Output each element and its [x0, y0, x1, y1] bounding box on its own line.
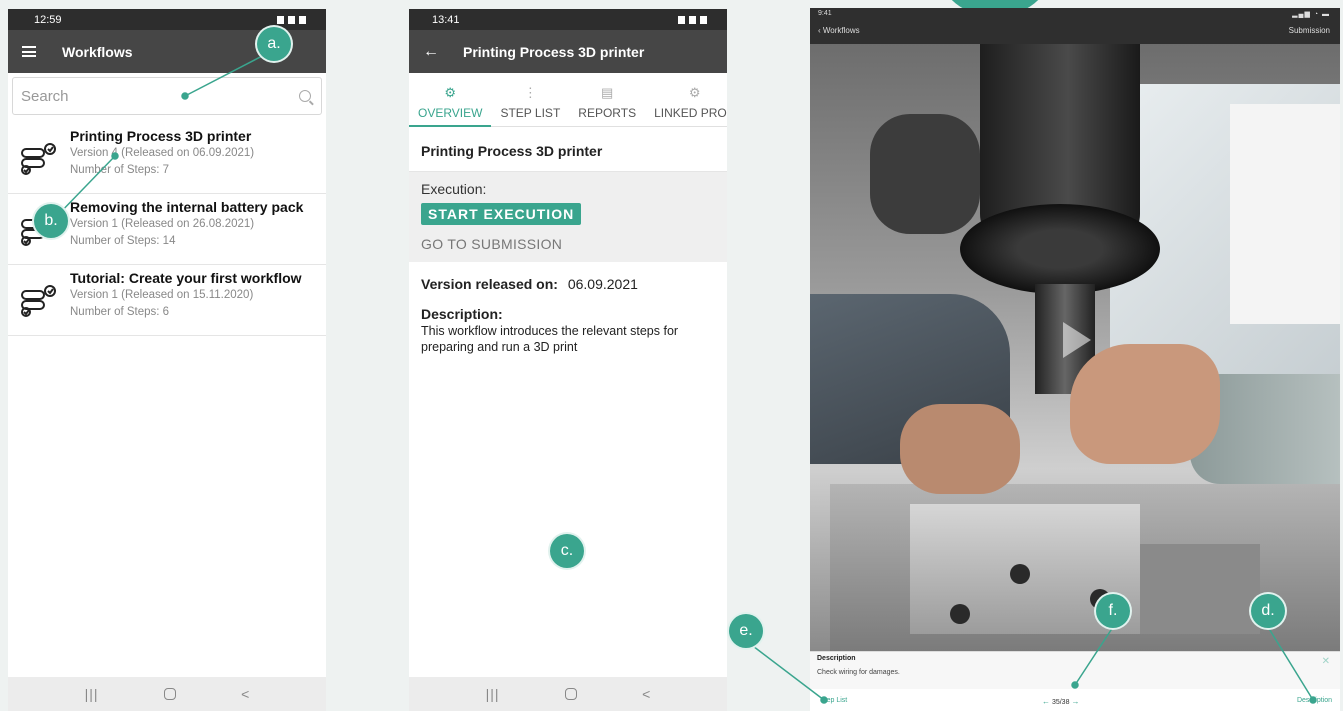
clipboard-icon: ▤ [601, 85, 614, 100]
status-time: 13:41 [432, 13, 460, 26]
description-panel: Description Check wiring for damages. ✕ [810, 651, 1340, 689]
tablet-bottom-bar: Step List ← 35/38 → Description [810, 689, 1340, 711]
tab-label: LINKED PROD [654, 106, 727, 120]
system-icons [277, 15, 306, 24]
bolt-hole [950, 604, 970, 624]
step-pager: ← 35/38 → [1042, 697, 1079, 706]
back-icon[interactable]: < [241, 686, 249, 702]
overview-icon: ⚙ [444, 85, 457, 100]
workflow-version: Version 1 (Released on 26.08.2021) [70, 218, 255, 230]
list-item[interactable]: Tutorial: Create your first workflow Ver… [8, 265, 326, 336]
linked-products-icon: ⚙ [688, 85, 701, 100]
page-title: Printing Process 3D printer [463, 43, 645, 60]
menu-icon[interactable] [22, 46, 36, 57]
system-icons [678, 15, 707, 24]
annotation-marker-e: e. [727, 612, 765, 650]
spindle-collar [960, 204, 1160, 294]
step-counter: 35/38 [1051, 699, 1070, 706]
description-panel-label: Description [817, 655, 856, 662]
tab-label: OVERVIEW [418, 106, 483, 120]
tab-label: REPORTS [578, 106, 637, 120]
step-video[interactable] [810, 44, 1340, 651]
worker-hand [900, 404, 1020, 494]
system-icons: ▂▄▆ ◔ ▬ [1292, 11, 1330, 18]
worker-hand [1070, 344, 1220, 464]
home-icon[interactable] [564, 688, 577, 700]
tab-reports[interactable]: ▤ REPORTS [569, 73, 645, 126]
tab-bar: ⚙ OVERVIEW ⋮ STEP LIST ▤ REPORTS ⚙ LINKE… [409, 73, 727, 127]
recent-apps-icon[interactable]: ||| [85, 686, 99, 702]
workflow-icon [21, 285, 56, 317]
execution-section: Execution: START EXECUTION GO TO SUBMISS… [409, 172, 727, 262]
workflow-steps: Number of Steps: 14 [70, 235, 176, 247]
go-to-submission-link[interactable]: GO TO SUBMISSION [421, 236, 715, 252]
workflow-heading: Printing Process 3D printer [409, 127, 727, 172]
release-label: Version released on: [421, 276, 558, 292]
back-arrow-icon[interactable]: ← [423, 43, 439, 61]
tab-label: STEP LIST [500, 106, 561, 120]
status-time: 9:41 [818, 10, 832, 17]
tablet-top-bar: 9:41 ▂▄▆ ◔ ▬ ‹ Workflows Submission [810, 8, 1340, 44]
workflow-details: Version released on: 06.09.2021 Descript… [409, 262, 727, 369]
previous-step-icon[interactable]: ← [1042, 697, 1050, 706]
vise-block [1140, 544, 1260, 634]
search-input[interactable]: Search [12, 77, 322, 115]
bolt-hole [1010, 564, 1030, 584]
workflow-steps: Number of Steps: 7 [70, 164, 170, 176]
description-panel-text: Check wiring for damages. [817, 669, 900, 676]
app-bar: ← Printing Process 3D printer [409, 30, 727, 73]
workflow-title: Tutorial: Create your first workflow [70, 270, 302, 286]
search-icon[interactable] [299, 90, 311, 102]
page-title: Workflows [62, 43, 133, 60]
tab-step-list[interactable]: ⋮ STEP LIST [491, 73, 569, 126]
status-time: 12:59 [34, 13, 62, 26]
list-item[interactable]: Printing Process 3D printer Version 4 (R… [8, 123, 326, 194]
close-icon[interactable]: ✕ [1322, 656, 1330, 667]
background-panel [1230, 104, 1340, 324]
workflow-steps: Number of Steps: 6 [70, 306, 170, 318]
submission-link[interactable]: Submission [1289, 26, 1330, 35]
back-to-workflows-link[interactable]: ‹ Workflows [818, 26, 860, 35]
release-row: Version released on: 06.09.2021 [421, 276, 715, 292]
play-icon[interactable] [1063, 322, 1091, 358]
execution-label: Execution: [421, 181, 487, 197]
status-bar: 13:41 [409, 9, 727, 30]
home-icon[interactable] [163, 688, 176, 700]
system-nav-bar: ||| < [409, 677, 727, 711]
annotation-marker-a: a. [255, 25, 293, 63]
tab-overview[interactable]: ⚙ OVERVIEW [409, 73, 492, 127]
description-button[interactable]: Description [1297, 697, 1332, 704]
workflow-icon [21, 143, 56, 175]
description-label: Description: [421, 306, 503, 322]
annotation-marker-c: c. [548, 532, 586, 570]
workflow-version: Version 1 (Released on 15.11.2020) [70, 289, 254, 301]
description-text: This workflow introduces the relevant st… [421, 324, 679, 354]
workflow-version: Version 4 (Released on 06.09.2021) [70, 147, 255, 159]
phone-workflows-list: 12:59 Workflows Search Printing Process … [8, 9, 326, 711]
machine-head [870, 114, 980, 234]
start-execution-button[interactable]: START EXECUTION [421, 203, 582, 225]
workflow-title: Removing the internal battery pack [70, 199, 304, 215]
next-step-icon[interactable]: → [1071, 697, 1079, 706]
search-placeholder: Search [21, 87, 69, 105]
recent-apps-icon[interactable]: ||| [486, 686, 500, 702]
back-label: Workflows [822, 26, 860, 35]
annotation-marker-f: f. [1094, 592, 1132, 630]
release-date: 06.09.2021 [567, 276, 638, 292]
workflow-title: Printing Process 3D printer [70, 128, 252, 144]
step-list-icon: ⋮ [523, 85, 537, 100]
phone-workflow-overview: 13:41 ← Printing Process 3D printer ⚙ OV… [409, 9, 727, 711]
system-nav-bar: ||| < [8, 677, 326, 711]
step-list-button[interactable]: Step List [820, 697, 847, 704]
annotation-marker-b: b. [32, 202, 70, 240]
back-icon[interactable]: < [642, 686, 650, 702]
tab-linked-products[interactable]: ⚙ LINKED PROD [645, 73, 727, 126]
annotation-marker-d: d. [1249, 592, 1287, 630]
